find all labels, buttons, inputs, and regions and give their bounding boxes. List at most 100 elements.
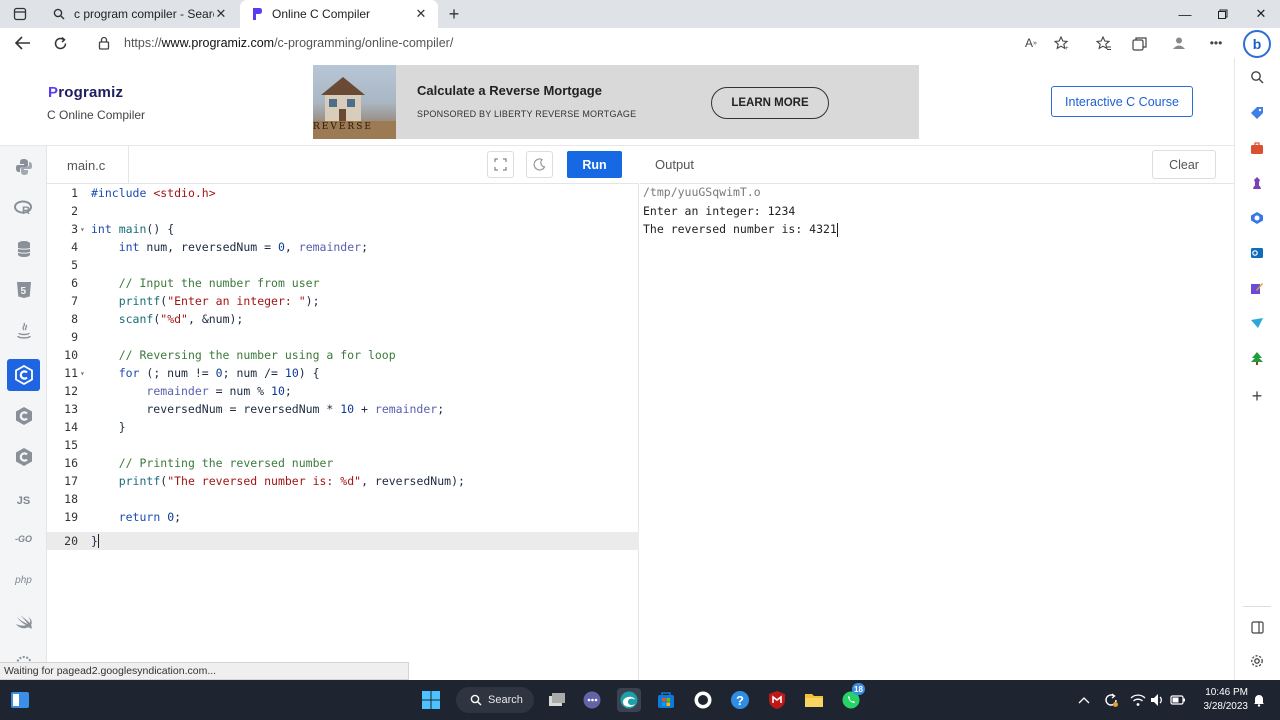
lang-javascript[interactable]: JS	[7, 485, 40, 517]
tree-icon[interactable]	[1246, 347, 1268, 369]
url-prefix: https://	[124, 36, 162, 50]
ad-image[interactable]: REVERSE	[313, 65, 396, 139]
code-line[interactable]: 9	[47, 328, 639, 346]
app-ring-icon[interactable]	[691, 688, 715, 712]
favorites-icon[interactable]	[1093, 33, 1115, 53]
volume-icon[interactable]	[1150, 692, 1166, 708]
code-line[interactable]: 3 ▾ int main() {	[47, 220, 639, 238]
code-line[interactable]: 11 ▾ for (; num != 0; num /= 10) {	[47, 364, 639, 382]
outlook-icon[interactable]	[1246, 242, 1268, 264]
microsoft-365-icon[interactable]	[1246, 207, 1268, 229]
add-favorite-icon[interactable]: +	[1051, 33, 1073, 53]
more-options-icon[interactable]: •••	[1205, 33, 1227, 53]
help-icon[interactable]: ?	[728, 688, 752, 712]
dark-mode-moon-icon[interactable]	[526, 151, 553, 178]
run-button[interactable]: Run	[567, 151, 622, 178]
back-icon[interactable]	[10, 31, 36, 55]
taskbar-search[interactable]: Search	[456, 687, 534, 713]
code-line[interactable]: 19 return 0;	[47, 508, 639, 526]
refresh-icon[interactable]	[47, 31, 73, 55]
lang-python[interactable]	[7, 151, 40, 183]
minimize-icon[interactable]: —	[1166, 0, 1204, 28]
close-icon[interactable]: ✕	[414, 6, 428, 22]
mcafee-shield-icon[interactable]	[765, 688, 789, 712]
code-line[interactable]: 8 scanf("%d", &num);	[47, 310, 639, 328]
collections-icon[interactable]	[1129, 33, 1151, 53]
lang-php[interactable]: php	[7, 564, 40, 596]
code-line[interactable]: 2	[47, 202, 639, 220]
code-line[interactable]: 14 }	[47, 418, 639, 436]
close-window-icon[interactable]: ✕	[1242, 0, 1280, 28]
split-screen-icon[interactable]	[1246, 616, 1268, 638]
tab-actions-icon[interactable]	[8, 4, 32, 24]
lang-html[interactable]: 5	[7, 274, 40, 306]
code-line[interactable]: 1 #include <stdio.h>	[47, 184, 639, 202]
code-line[interactable]: 16 // Printing the reversed number	[47, 454, 639, 472]
code-line[interactable]: 15	[47, 436, 639, 454]
read-aloud-icon[interactable]: A»	[1020, 33, 1042, 53]
ad-title[interactable]: Calculate a Reverse Mortgage	[417, 83, 602, 98]
teams-chat-icon[interactable]	[580, 688, 604, 712]
tab-online-c-compiler[interactable]: Online C Compiler ✕	[240, 0, 438, 28]
fullscreen-icon[interactable]	[487, 151, 514, 178]
interactive-course-button[interactable]: Interactive C Course	[1051, 86, 1193, 117]
chevron-up-icon[interactable]	[1076, 692, 1092, 708]
code-line[interactable]: 13 reversedNum = reversedNum * 10 + rema…	[47, 400, 639, 418]
designer-pen-icon[interactable]	[1246, 277, 1268, 299]
taskbar-clock[interactable]: 10:46 PM 3/28/2023	[1192, 686, 1249, 714]
file-tab-main-c[interactable]: main.c	[47, 146, 129, 184]
search-icon[interactable]	[1246, 66, 1268, 88]
settings-gear-icon[interactable]	[1246, 650, 1268, 672]
code-line[interactable]: 10 // Reversing the number using a for l…	[47, 346, 639, 364]
lang-cpp[interactable]	[7, 400, 40, 432]
code-line[interactable]: 4 int num, reversedNum = 0, remainder;	[47, 238, 639, 256]
lock-icon[interactable]	[98, 36, 112, 50]
lang-go[interactable]: -GO	[7, 523, 40, 555]
bing-chat-icon[interactable]: b	[1243, 30, 1271, 58]
tools-briefcase-icon[interactable]	[1246, 137, 1268, 159]
new-tab-icon[interactable]: +	[442, 4, 466, 24]
notification-bell-icon[interactable]	[1251, 692, 1267, 708]
lang-swift[interactable]	[7, 606, 40, 638]
lang-c[interactable]	[7, 359, 40, 391]
lang-java[interactable]	[7, 315, 40, 347]
lang-sql[interactable]	[7, 233, 40, 265]
code-line[interactable]: 17 printf("The reversed number is: %d", …	[47, 472, 639, 490]
code-line-current[interactable]: 20}	[47, 532, 639, 550]
games-chess-icon[interactable]	[1246, 172, 1268, 194]
microsoft-store-icon[interactable]	[654, 688, 678, 712]
wifi-icon[interactable]	[1130, 692, 1146, 708]
shopping-tag-icon[interactable]	[1246, 102, 1268, 124]
tab-search[interactable]: c program compiler - Search ✕	[42, 0, 238, 28]
code-line[interactable]: 7 printf("Enter an integer: ");	[47, 292, 639, 310]
code-line[interactable]: 5	[47, 256, 639, 274]
start-windows-icon[interactable]	[419, 688, 443, 712]
lang-csharp[interactable]	[7, 441, 40, 473]
clear-button[interactable]: Clear	[1152, 150, 1216, 179]
advertisement-banner[interactable]: REVERSE Calculate a Reverse Mortgage SPO…	[313, 65, 919, 139]
close-icon[interactable]: ✕	[214, 6, 228, 22]
edge-browser-icon[interactable]	[617, 688, 641, 712]
code-line[interactable]: 18	[47, 490, 639, 508]
file-explorer-icon[interactable]	[802, 688, 826, 712]
address-bar[interactable]: https://www.programiz.com/c-programming/…	[84, 30, 1088, 56]
code-editor[interactable]: 1 #include <stdio.h> 2 3 ▾ int main() { 4 i…	[47, 184, 639, 680]
code-line[interactable]: 6 // Input the number from user	[47, 274, 639, 292]
lang-r[interactable]: R	[7, 192, 40, 224]
send-plane-icon[interactable]	[1246, 312, 1268, 334]
battery-icon[interactable]	[1170, 692, 1186, 708]
sql-icon	[17, 241, 30, 257]
fold-arrow-icon[interactable]: ▾	[78, 225, 91, 234]
profile-icon[interactable]	[1168, 33, 1190, 53]
fold-arrow-icon[interactable]: ▾	[78, 369, 91, 378]
learn-more-button[interactable]: LEARN MORE	[711, 87, 829, 119]
sync-icon[interactable]	[1103, 692, 1119, 708]
add-icon[interactable]: +	[1246, 385, 1268, 407]
whatsapp-icon[interactable]: 18	[839, 683, 865, 712]
task-view-icon[interactable]	[545, 688, 569, 712]
desktop-app-icon[interactable]	[8, 688, 32, 712]
maximize-icon[interactable]	[1204, 0, 1242, 28]
output-console[interactable]: /tmp/yuuGSqwimT.o Enter an integer: 1234…	[640, 184, 1234, 680]
code-line[interactable]: 12 remainder = num % 10;	[47, 382, 639, 400]
programiz-logo[interactable]: Programiz	[48, 84, 123, 101]
